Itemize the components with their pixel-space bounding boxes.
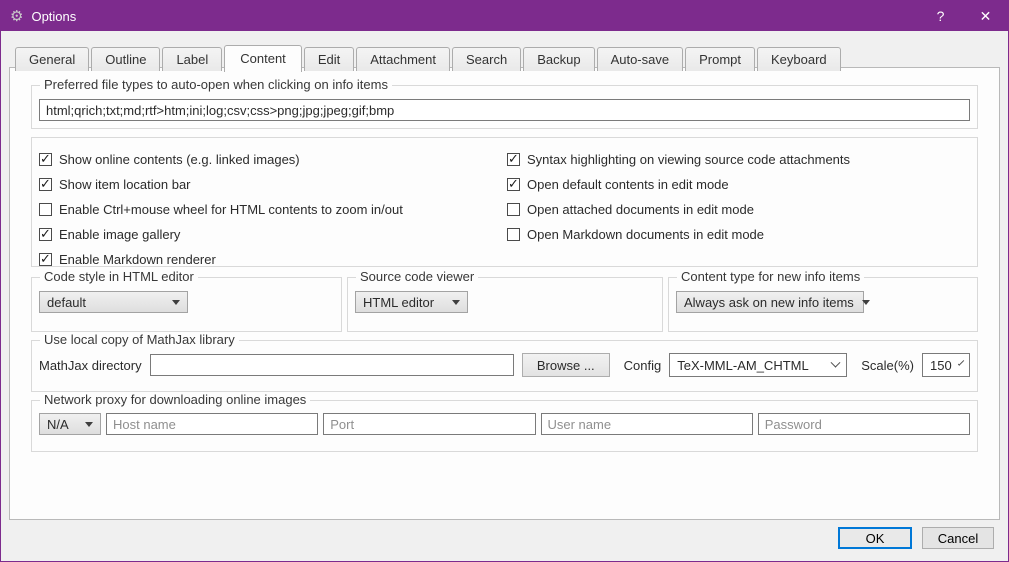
tab-attachment[interactable]: Attachment [356,47,450,71]
content-type-value: Always ask on new info items [684,294,854,310]
checkbox-show-online-contents[interactable]: Show online contents (e.g. linked images… [39,147,507,172]
proxy-group-label: Network proxy for downloading online ima… [40,392,311,407]
code-style-value: default [47,294,87,310]
window-title: Options [31,8,77,24]
proxy-user-input[interactable] [540,413,753,435]
tab-keyboard[interactable]: Keyboard [757,47,841,71]
code-style-dropdown[interactable]: default [39,291,188,313]
help-button[interactable]: ? [918,1,963,31]
mathjax-row: MathJax directory Browse ... Config TeX-… [39,353,970,377]
file-types-group-label: Preferred file types to auto-open when c… [40,77,392,92]
source-viewer-dropdown[interactable]: HTML editor [355,291,468,313]
scale-dropdown[interactable]: 150 [922,353,970,377]
options-column-left: Show online contents (e.g. linked images… [39,147,507,267]
config-label: Config [623,357,662,373]
options-frame: Show online contents (e.g. linked images… [31,137,978,267]
proxy-type-value: N/A [47,416,69,432]
scale-label: Scale(%) [861,357,914,373]
proxy-host-input[interactable] [106,413,319,435]
checkbox-icon[interactable] [39,251,52,267]
checkbox-icon[interactable] [39,226,52,242]
mathjax-directory-input[interactable] [149,354,514,376]
mathjax-directory-label: MathJax directory [39,357,142,373]
content-type-dropdown[interactable]: Always ask on new info items [676,291,870,313]
tab-auto-save[interactable]: Auto-save [596,47,684,71]
proxy-groupbox: Network proxy for downloading online ima… [31,392,978,452]
dropdown-arrow-icon [172,299,180,305]
checkbox-enable-image-gallery[interactable]: Enable image gallery [39,222,507,247]
checkbox-open-default-contents-edit[interactable]: Open default contents in edit mode [507,172,970,197]
tab-prompt[interactable]: Prompt [685,47,756,71]
code-style-groupbox: Code style in HTML editor default [31,269,342,332]
checkbox-icon[interactable] [507,228,520,241]
browse-button[interactable]: Browse ... [521,353,610,377]
chevron-down-icon [957,358,965,366]
dropdown-arrow-icon [861,299,870,305]
checkbox-open-markdown-documents-edit[interactable]: Open Markdown documents in edit mode [507,222,970,247]
file-types-groupbox: Preferred file types to auto-open when c… [31,77,978,129]
gear-icon: ⚙ [10,8,24,25]
config-value: TeX-MML-AM_CHTML [677,357,809,373]
tab-search[interactable]: Search [451,47,522,71]
checkbox-open-attached-documents-edit[interactable]: Open attached documents in edit mode [507,197,970,222]
ok-button[interactable]: OK [838,527,912,549]
proxy-row: N/A [39,413,970,435]
checkbox-show-item-location-bar[interactable]: Show item location bar [39,172,507,197]
cancel-button[interactable]: Cancel [922,527,994,549]
checkbox-syntax-highlighting[interactable]: Syntax highlighting on viewing source co… [507,147,970,172]
checkbox-icon[interactable] [507,151,520,167]
content-tab-page: Preferred file types to auto-open when c… [9,67,1000,520]
proxy-password-input[interactable] [757,413,970,435]
file-types-input[interactable] [39,99,970,121]
tab-bar: General Outline Label Content Edit Attac… [15,44,1000,72]
code-style-group-label: Code style in HTML editor [40,269,198,284]
combo-row: Code style in HTML editor default Source… [31,269,978,332]
scale-value: 150 [930,357,952,373]
tab-general[interactable]: General [15,47,90,71]
content-type-groupbox: Content type for new info items Always a… [668,269,978,332]
mathjax-group-label: Use local copy of MathJax library [40,332,239,347]
chevron-down-icon [830,357,841,368]
proxy-type-dropdown[interactable]: N/A [39,413,101,435]
dialog-footer: OK Cancel [838,527,994,549]
source-viewer-groupbox: Source code viewer HTML editor [347,269,663,332]
tab-edit[interactable]: Edit [303,47,355,71]
source-viewer-value: HTML editor [363,294,435,310]
checkbox-icon[interactable] [39,151,52,167]
checkbox-icon[interactable] [39,203,52,216]
checkbox-icon[interactable] [507,176,520,192]
options-column-right: Syntax highlighting on viewing source co… [507,147,970,266]
proxy-port-input[interactable] [323,413,536,435]
titlebar: ⚙ Options ? ✕ [1,1,1008,31]
options-dialog: { "titlebar": { "title": "Options", "hel… [0,0,1009,562]
checkbox-icon[interactable] [507,203,520,216]
tab-backup[interactable]: Backup [523,47,595,71]
tab-label[interactable]: Label [162,47,223,71]
checkbox-ctrl-mouse-wheel-zoom[interactable]: Enable Ctrl+mouse wheel for HTML content… [39,197,507,222]
tab-outline[interactable]: Outline [91,47,161,71]
source-viewer-group-label: Source code viewer [356,269,479,284]
content-type-group-label: Content type for new info items [677,269,865,284]
dropdown-arrow-icon [452,299,460,305]
mathjax-groupbox: Use local copy of MathJax library MathJa… [31,332,978,392]
close-button[interactable]: ✕ [963,1,1008,31]
config-dropdown[interactable]: TeX-MML-AM_CHTML [669,353,848,377]
dropdown-arrow-icon [85,421,93,427]
tab-content[interactable]: Content [224,45,302,72]
checkbox-icon[interactable] [39,176,52,192]
